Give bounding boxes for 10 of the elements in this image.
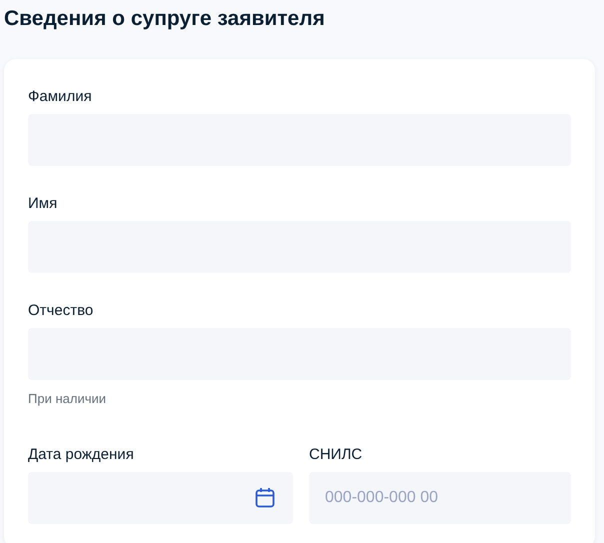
calendar-icon[interactable] — [255, 487, 275, 509]
field-label: СНИЛС — [309, 446, 362, 464]
field-label: Отчество — [28, 302, 94, 320]
field-label: Дата рождения — [28, 446, 134, 464]
field-label: Фамилия — [28, 88, 92, 106]
page-title: Сведения о супруге заявителя — [3, 6, 326, 32]
input-field[interactable]: 000-000-000 00 — [309, 472, 571, 524]
date-field[interactable] — [28, 472, 293, 524]
hint-text: При наличии — [28, 391, 106, 407]
field-label: Имя — [28, 195, 58, 213]
